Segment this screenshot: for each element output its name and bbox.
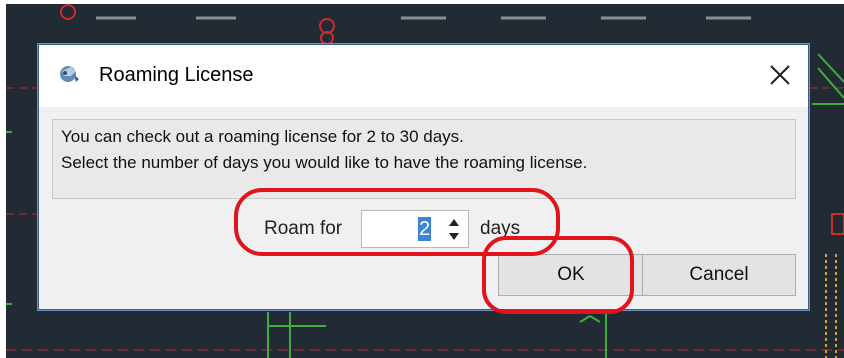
days-value[interactable]: 2 — [418, 217, 432, 241]
roaming-app-icon — [57, 62, 81, 86]
roam-for-label: Roam for — [264, 218, 343, 239]
message-panel: You can check out a roaming license for … — [52, 119, 796, 199]
message-line-1: You can check out a roaming license for … — [61, 127, 464, 146]
dialog-titlebar[interactable]: Roaming License — [39, 45, 808, 107]
days-spinbox[interactable]: 2 — [361, 210, 469, 248]
roam-days-row: Roam for 2 days — [264, 210, 564, 248]
spin-down-arrow-icon[interactable] — [446, 230, 462, 244]
roaming-license-dialog: Roaming License You can check out a roam… — [37, 43, 810, 311]
close-icon — [770, 65, 790, 85]
spin-up-arrow-icon[interactable] — [446, 215, 462, 229]
ok-button[interactable]: OK — [498, 254, 644, 296]
dialog-title: Roaming License — [99, 64, 254, 86]
days-unit-label: days — [480, 218, 521, 239]
cancel-button[interactable]: Cancel — [642, 254, 796, 296]
close-button[interactable] — [760, 55, 800, 95]
message-line-2: Select the number of days you would like… — [61, 153, 588, 172]
